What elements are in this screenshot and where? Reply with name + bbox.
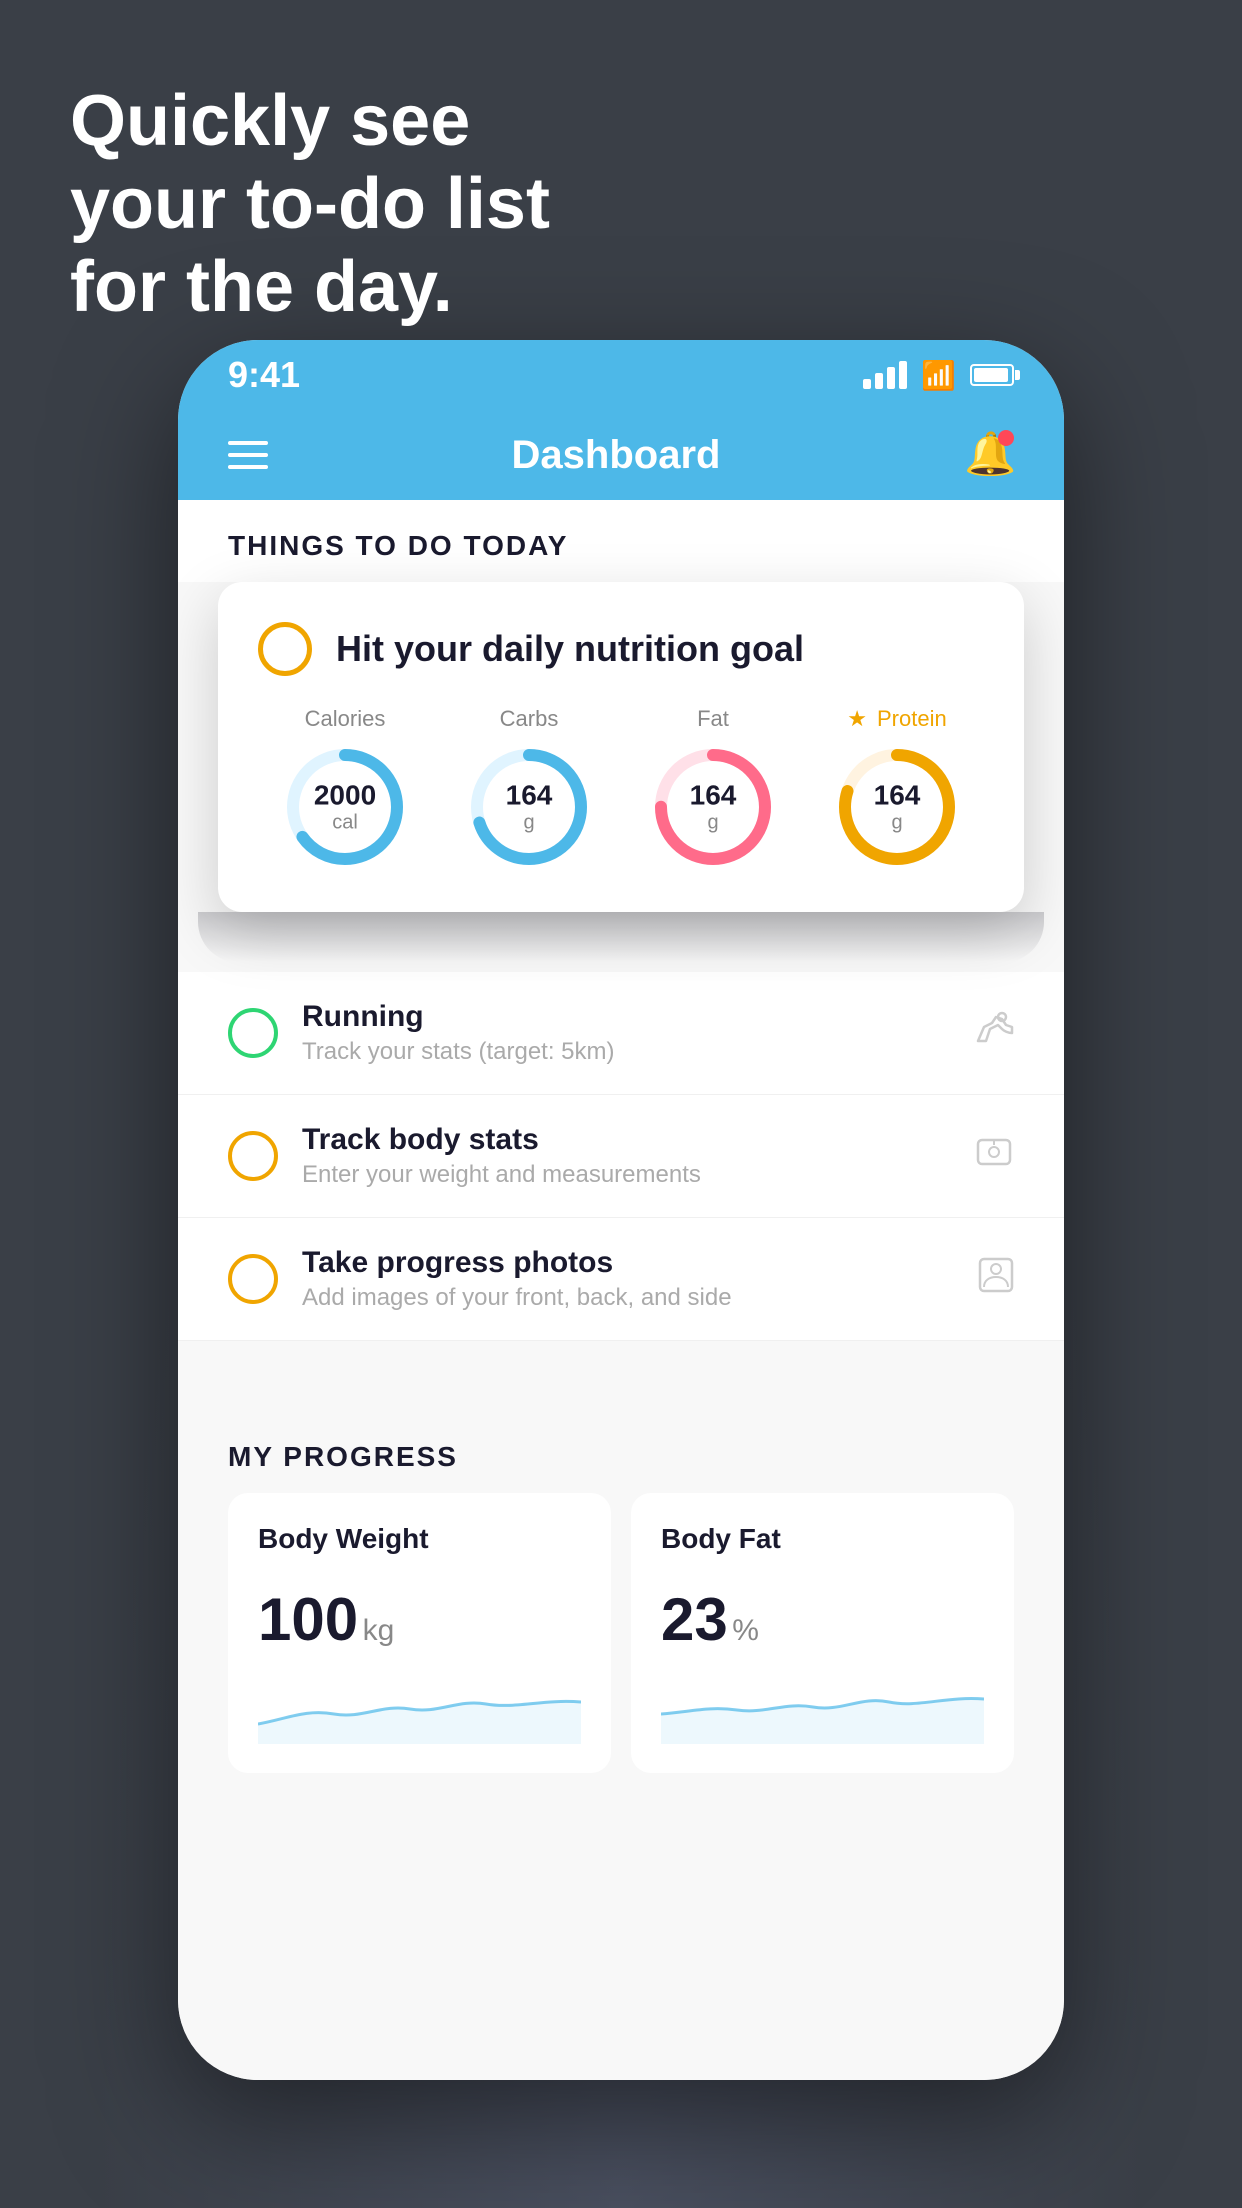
nav-bar: Dashboard 🔔 (178, 410, 1064, 500)
main-content: THINGS TO DO TODAY Hit your daily nutrit… (178, 500, 1064, 2080)
card-header: Hit your daily nutrition goal (258, 622, 984, 676)
todo-subtitle-body-stats: Enter your weight and measurements (302, 1161, 950, 1189)
hero-line3: for the day. (70, 246, 550, 329)
todo-subtitle-photos: Add images of your front, back, and side (302, 1284, 954, 1312)
hamburger-menu[interactable] (228, 441, 268, 469)
body-weight-unit: kg (363, 1614, 395, 1647)
protein-donut: 164 g (832, 742, 962, 872)
wifi-icon: 📶 (921, 359, 956, 392)
progress-section: MY PROGRESS Body Weight 100 kg (178, 1441, 1064, 1773)
person-icon (978, 1257, 1014, 1302)
body-fat-title: Body Fat (661, 1523, 984, 1555)
todo-check-photos (228, 1254, 278, 1304)
status-bar: 9:41 📶 (178, 340, 1064, 410)
todo-item-running[interactable]: Running Track your stats (target: 5km) (178, 972, 1064, 1095)
todo-title-running: Running (302, 1000, 950, 1034)
calories-value: 2000 cal (314, 781, 376, 834)
body-fat-card[interactable]: Body Fat 23 % (631, 1493, 1014, 1773)
carbs-label: Carbs (500, 706, 559, 732)
nutrition-card-title: Hit your daily nutrition goal (336, 628, 804, 670)
carbs-donut: 164 g (464, 742, 594, 872)
signal-icon (863, 361, 907, 389)
todo-list: Running Track your stats (target: 5km) (178, 972, 1064, 1341)
notification-dot (998, 430, 1014, 446)
hero-line2: your to-do list (70, 163, 550, 246)
progress-heading: MY PROGRESS (228, 1441, 1014, 1473)
todo-title-body-stats: Track body stats (302, 1123, 950, 1157)
todo-title-photos: Take progress photos (302, 1246, 954, 1280)
nav-title: Dashboard (512, 433, 721, 478)
todo-subtitle-running: Track your stats (target: 5km) (302, 1038, 950, 1066)
todo-text-running: Running Track your stats (target: 5km) (302, 1000, 950, 1066)
fat-value: 164 g (690, 781, 737, 834)
progress-cards: Body Weight 100 kg (228, 1493, 1014, 1773)
nutrition-card: Hit your daily nutrition goal Calories (218, 582, 1024, 912)
todo-item-photos[interactable]: Take progress photos Add images of your … (178, 1218, 1064, 1341)
top-section: THINGS TO DO TODAY (178, 500, 1064, 582)
body-weight-chart (258, 1674, 581, 1744)
nutrition-protein: ★ Protein 164 g (832, 706, 962, 872)
todo-item-body-stats[interactable]: Track body stats Enter your weight and m… (178, 1095, 1064, 1218)
carbs-value: 164 g (506, 781, 553, 834)
nutrition-calories: Calories 2000 cal (280, 706, 410, 872)
protein-label-row: ★ Protein (847, 706, 946, 732)
section-heading-todo: THINGS TO DO TODAY (228, 530, 1014, 582)
status-icons: 📶 (863, 359, 1014, 392)
nutrition-carbs: Carbs 164 g (464, 706, 594, 872)
content-wrapper: THINGS TO DO TODAY Hit your daily nutrit… (178, 500, 1064, 2080)
body-fat-value: 23 (661, 1586, 728, 1653)
todo-circle-nutrition (258, 622, 312, 676)
fat-donut: 164 g (648, 742, 778, 872)
todo-check-body-stats (228, 1131, 278, 1181)
bell-icon[interactable]: 🔔 (964, 430, 1014, 480)
running-icon (974, 1011, 1014, 1056)
shadow-arc (198, 912, 1044, 962)
status-time: 9:41 (228, 354, 300, 396)
protein-value: 164 g (874, 781, 921, 834)
todo-check-running (228, 1008, 278, 1058)
nutrition-circles: Calories 2000 cal (258, 706, 984, 872)
star-icon: ★ (847, 706, 867, 732)
hero-text: Quickly see your to-do list for the day. (70, 80, 550, 328)
body-weight-title: Body Weight (258, 1523, 581, 1555)
protein-label: Protein (877, 706, 947, 732)
battery-icon (970, 364, 1014, 386)
hero-line1: Quickly see (70, 80, 550, 163)
todo-text-body-stats: Track body stats Enter your weight and m… (302, 1123, 950, 1189)
spacer (178, 1341, 1064, 1401)
todo-text-photos: Take progress photos Add images of your … (302, 1246, 954, 1312)
body-weight-card[interactable]: Body Weight 100 kg (228, 1493, 611, 1773)
calories-donut: 2000 cal (280, 742, 410, 872)
body-fat-chart (661, 1674, 984, 1744)
phone-mockup: 9:41 📶 Dashboard 🔔 (178, 340, 1064, 2080)
calories-label: Calories (305, 706, 386, 732)
fat-label: Fat (697, 706, 729, 732)
nutrition-fat: Fat 164 g (648, 706, 778, 872)
body-weight-value: 100 (258, 1586, 358, 1653)
scale-icon (974, 1134, 1014, 1179)
body-fat-unit: % (732, 1614, 759, 1647)
